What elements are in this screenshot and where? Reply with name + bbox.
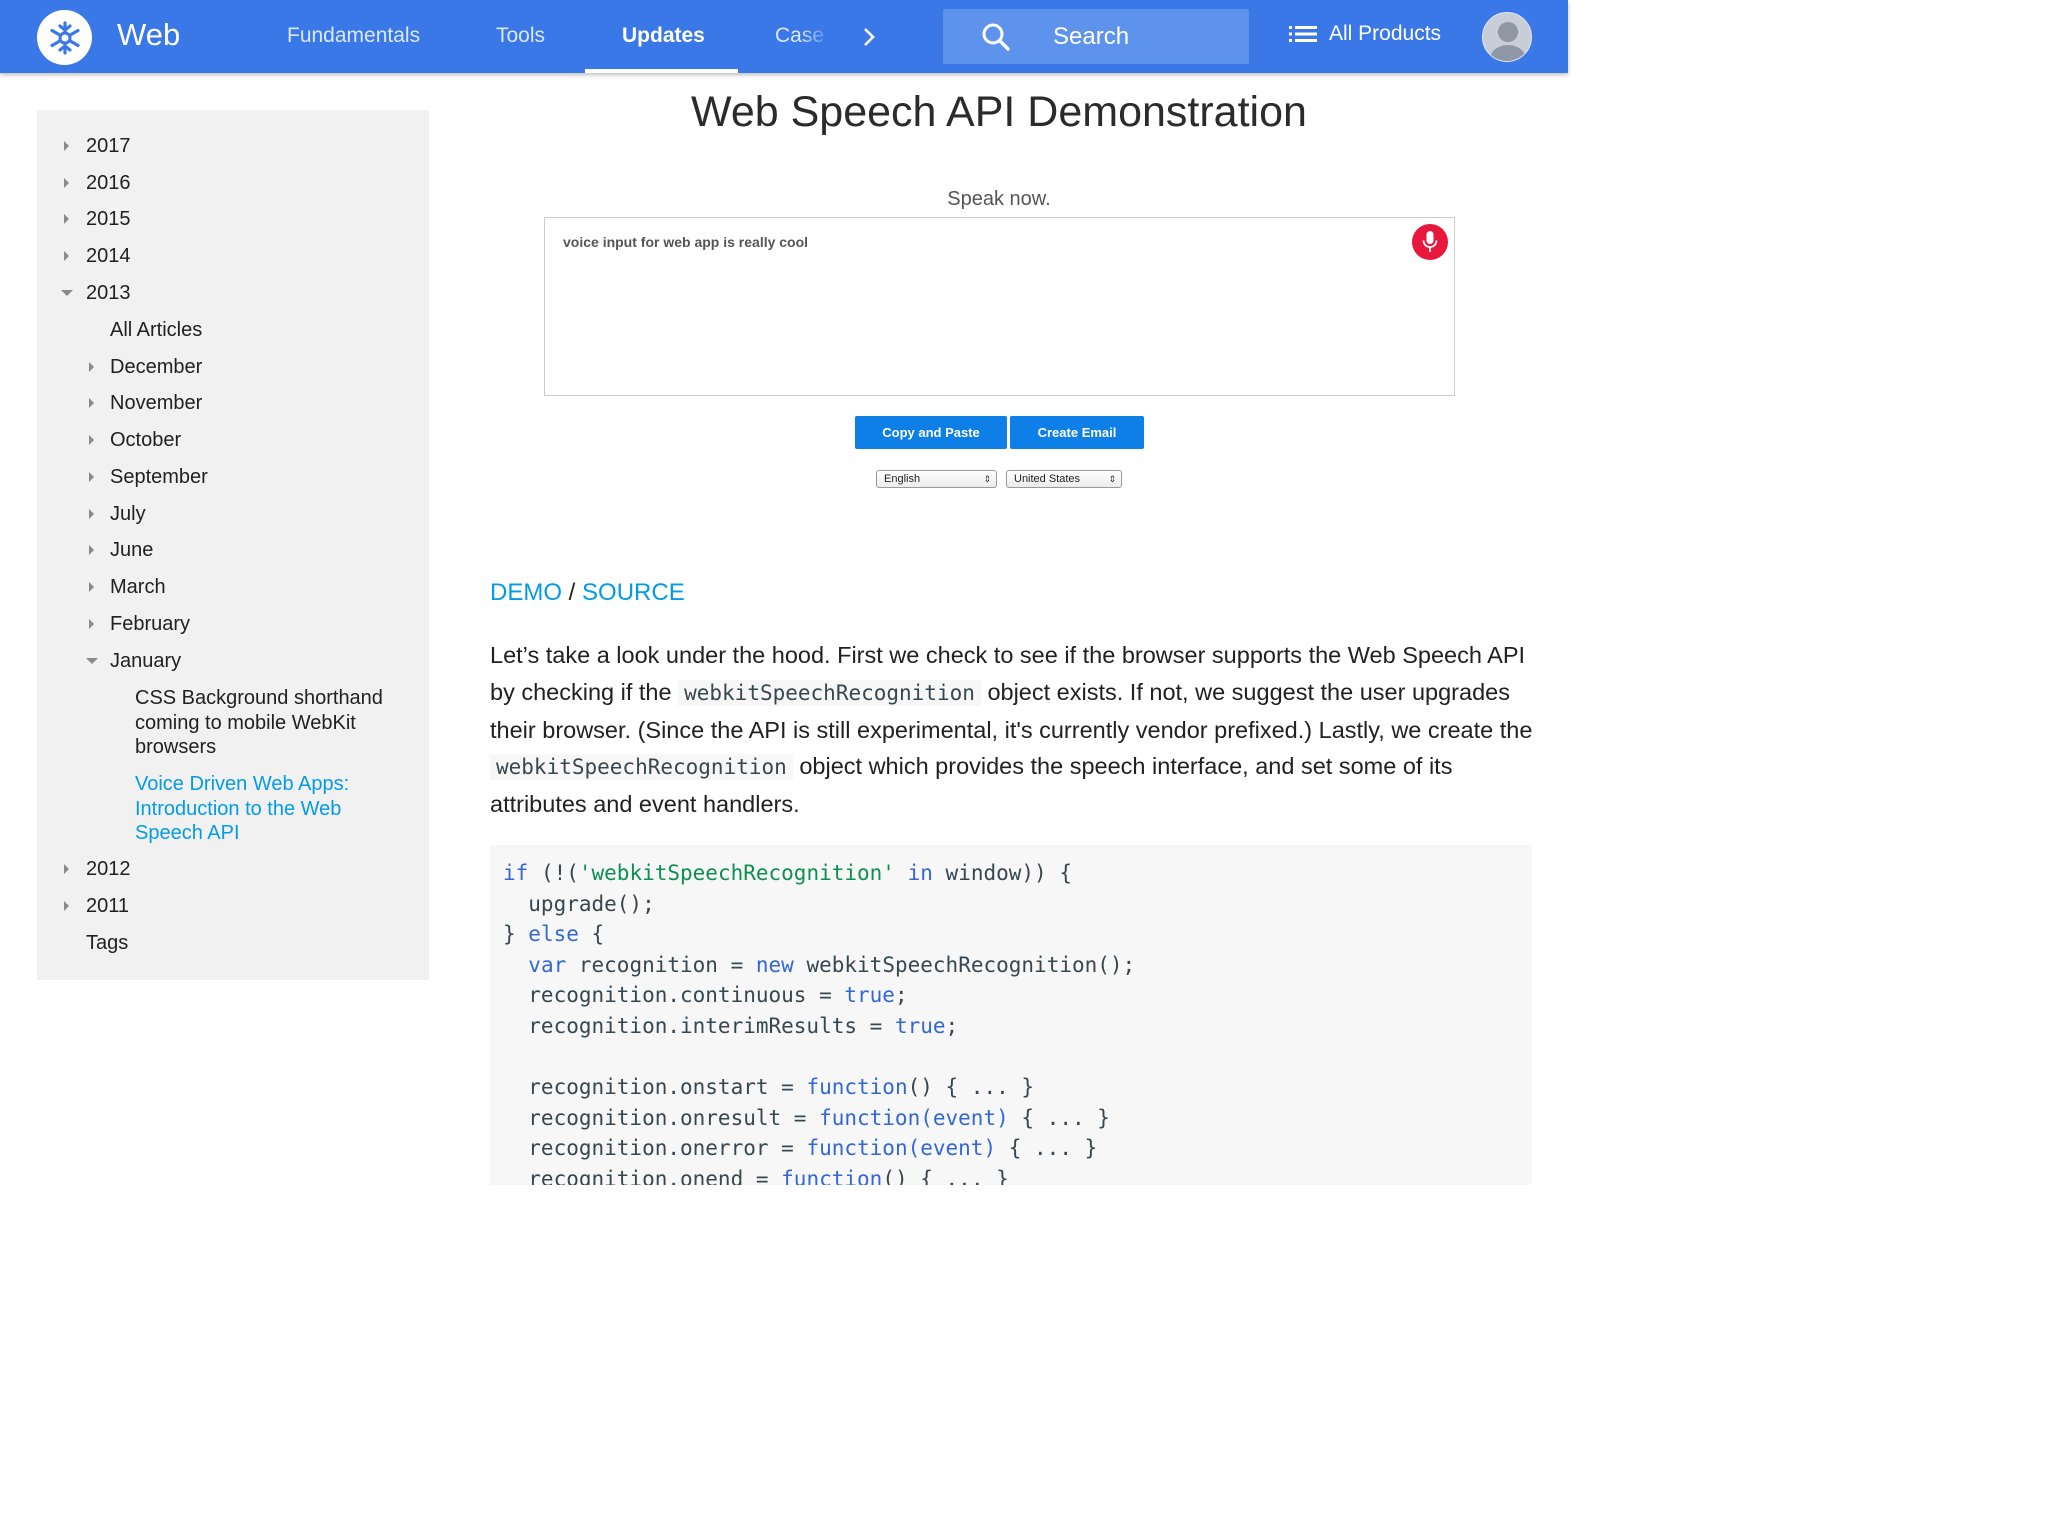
avatar[interactable] [1482,12,1532,62]
expand-arrow-icon [89,472,94,482]
expand-arrow-icon [64,251,69,261]
nav-year-2011[interactable]: 2011 [86,894,129,918]
nav-year-2012[interactable]: 2012 [86,857,131,881]
create-email-button[interactable]: Create Email [1010,416,1144,449]
site-title[interactable]: Web [117,17,180,53]
article-paragraph: Let’s take a look under the hood. First … [490,637,1540,823]
left-nav [37,110,429,980]
select-arrows-icon: ⇕ [1108,474,1116,484]
language-select[interactable]: English ⇕ [876,470,997,488]
search-placeholder: Search [1053,23,1130,50]
code-listing: if (!('webkitSpeechRecognition' in windo… [503,861,1136,1185]
mic-button[interactable] [1412,224,1448,260]
nav-all-articles[interactable]: All Articles [110,318,202,342]
inline-code: webkitSpeechRecognition [678,679,981,706]
expand-arrow-icon [89,582,94,592]
nav-month-march[interactable]: March [110,575,166,599]
active-tab-indicator [585,69,738,73]
tab-fundamentals[interactable]: Fundamentals [287,24,420,48]
expand-arrow-icon [89,619,94,629]
nav-year-2016[interactable]: 2016 [86,171,131,195]
transcript-text: voice input for web app is really cool [563,234,809,250]
collapse-arrow-icon [61,290,73,296]
all-products-button[interactable]: All Products [1289,22,1441,46]
chevron-right-icon [864,28,875,46]
list-menu-icon [1289,26,1317,42]
demo-title: Web Speech API Demonstration [691,88,1307,136]
nav-year-2015[interactable]: 2015 [86,207,131,231]
link-separator: / [568,579,576,606]
tab-overflow-fade [800,10,840,65]
dialect-select-value: United States [1014,473,1081,485]
all-products-label: All Products [1329,22,1442,45]
select-arrows-icon: ⇕ [983,474,991,484]
microphone-icon [1422,231,1438,252]
copy-and-paste-button[interactable]: Copy and Paste [855,416,1007,449]
nav-year-2017[interactable]: 2017 [86,134,131,158]
nav-month-june[interactable]: June [110,538,153,562]
dialect-select[interactable]: United States ⇕ [1006,470,1122,488]
collapse-arrow-icon [86,658,98,664]
expand-arrow-icon [64,178,69,188]
search-icon [982,23,1010,51]
nav-month-october[interactable]: October [110,428,181,452]
nav-article-css-background[interactable]: CSS Background shorthand coming to mobil… [135,686,395,760]
nav-article-voice-driven-web-apps[interactable]: Voice Driven Web Apps: Introduction to t… [135,772,395,846]
expand-arrow-icon [64,141,69,151]
expand-arrow-icon [89,362,94,372]
nav-month-january[interactable]: January [110,649,181,673]
language-select-value: English [884,473,921,485]
expand-arrow-icon [64,901,69,911]
nav-month-december[interactable]: December [110,355,202,379]
user-silhouette-icon [1483,13,1531,61]
expand-arrow-icon [64,864,69,874]
search-input[interactable]: Search [943,9,1249,64]
transcript-box: voice input for web app is really cool [544,217,1455,396]
code-block: if (!('webkitSpeechRecognition' in windo… [490,845,1532,1185]
demo-source-links: DEMO / SOURCE [490,579,685,607]
source-link[interactable]: SOURCE [582,579,685,606]
speak-now-prompt: Speak now. [947,188,1051,210]
expand-arrow-icon [64,214,69,224]
expand-arrow-icon [89,435,94,445]
tab-updates[interactable]: Updates [622,24,705,48]
tab-tools[interactable]: Tools [496,24,545,48]
expand-arrow-icon [89,545,94,555]
demo-link[interactable]: DEMO [490,579,562,606]
nav-month-february[interactable]: February [110,612,190,636]
expand-arrow-icon [89,398,94,408]
expand-arrow-icon [89,509,94,519]
nav-month-july[interactable]: July [110,502,146,526]
snowflake-logo-icon [49,20,80,55]
nav-month-november[interactable]: November [110,391,202,415]
nav-tags[interactable]: Tags [86,931,128,955]
web-logo[interactable] [37,10,92,65]
more-tabs-button[interactable] [855,20,883,54]
nav-month-september[interactable]: September [110,465,208,489]
nav-year-2013[interactable]: 2013 [86,281,131,305]
nav-year-2014[interactable]: 2014 [86,244,131,268]
inline-code: webkitSpeechRecognition [490,754,793,781]
top-app-bar: Web Fundamentals Tools Updates Case Stud… [0,0,1568,73]
